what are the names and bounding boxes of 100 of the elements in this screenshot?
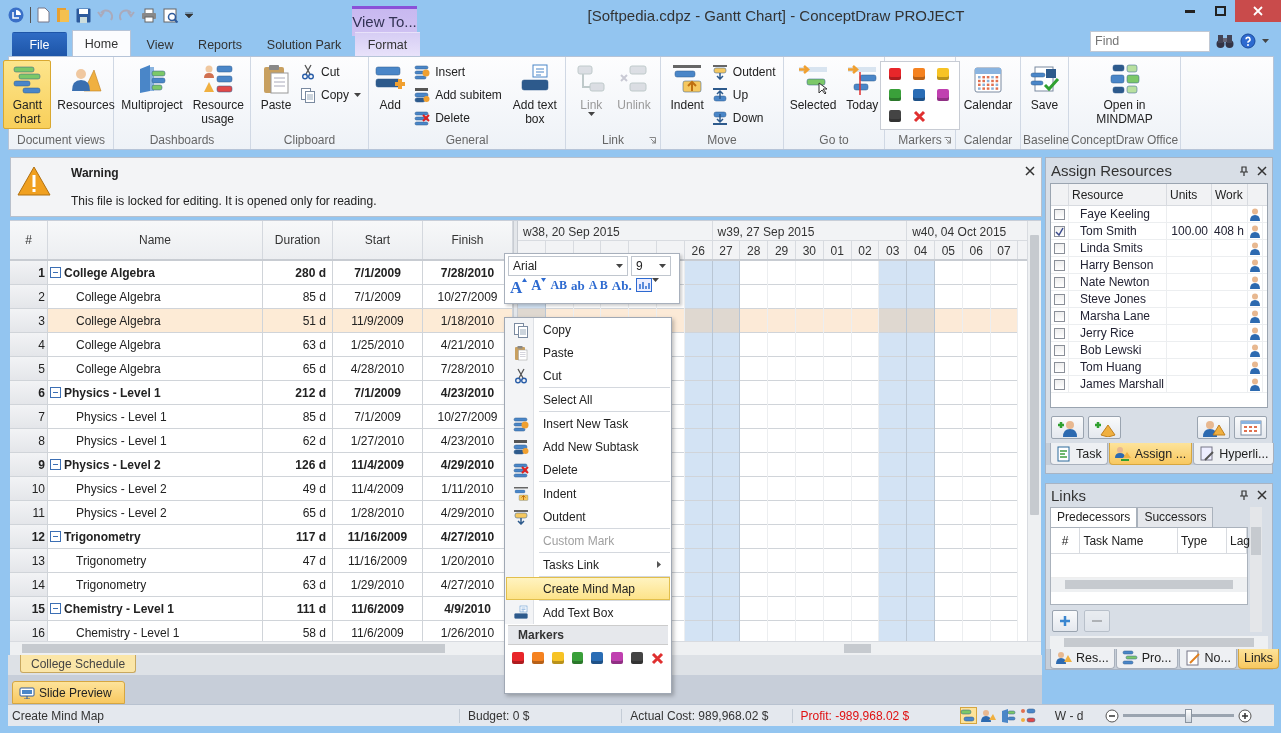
ribbon-button[interactable]: Down — [709, 108, 778, 128]
marker-swatch[interactable] — [889, 68, 901, 80]
checkbox[interactable] — [1054, 293, 1065, 305]
column-header[interactable]: Name — [48, 221, 263, 259]
checkbox[interactable] — [1054, 361, 1065, 373]
ribbon-button[interactable]: Open in MINDMAP — [1086, 60, 1163, 129]
checkbox[interactable] — [1054, 327, 1065, 339]
ribbon-button[interactable]: Insert — [412, 62, 504, 82]
panel-tab[interactable]: Links — [1237, 648, 1280, 669]
marker-swatch[interactable] — [591, 652, 604, 664]
subpanel-tab[interactable]: Successors — [1137, 506, 1214, 527]
font-name-field[interactable]: Arial — [508, 256, 628, 276]
remove-marker-icon[interactable] — [913, 110, 926, 123]
ribbon-tab[interactable]: View — [139, 32, 181, 56]
app-logo-icon[interactable] — [8, 7, 24, 23]
marker-swatch[interactable] — [631, 652, 643, 664]
marker-swatch[interactable] — [531, 652, 544, 664]
column-header[interactable]: Units — [1167, 184, 1212, 205]
ribbon-button[interactable]: Up — [709, 85, 778, 105]
ribbon-button[interactable]: Cut — [298, 62, 363, 82]
ribbon-button[interactable]: Add — [370, 60, 411, 115]
menu-item[interactable]: Create Mind Map — [506, 577, 670, 600]
panel-tab[interactable]: Res... — [1050, 648, 1115, 669]
slide-preview-tab[interactable]: Slide Preview — [12, 681, 125, 704]
ribbon-button[interactable]: Delete — [412, 108, 504, 128]
column-header[interactable]: # — [10, 221, 48, 259]
help-icon[interactable] — [1240, 33, 1256, 49]
ribbon-button[interactable]: Indent — [666, 60, 708, 115]
collapse-icon[interactable] — [50, 603, 61, 614]
new-document-icon[interactable] — [37, 7, 50, 23]
column-header[interactable]: Resource — [1069, 184, 1167, 205]
marker-swatch[interactable] — [571, 652, 584, 664]
collapse-icon[interactable] — [50, 387, 61, 398]
find-field[interactable]: Find — [1090, 30, 1210, 52]
ribbon-button[interactable]: Add text box — [505, 60, 564, 129]
ribbon-tab[interactable]: Format — [355, 32, 420, 56]
ribbon-button[interactable]: Gantt chart — [3, 60, 52, 129]
collapse-icon[interactable] — [50, 267, 61, 278]
format-button[interactable]: Ab. — [609, 278, 634, 298]
view-button[interactable] — [979, 707, 997, 724]
collapse-icon[interactable] — [50, 531, 61, 542]
checkbox[interactable] — [1054, 276, 1065, 288]
marker-swatch[interactable] — [937, 68, 949, 80]
dialog-launcher-icon[interactable] — [944, 136, 951, 144]
column-header[interactable]: # — [1051, 527, 1081, 553]
checkbox[interactable] — [1054, 378, 1065, 390]
view-button[interactable] — [959, 707, 977, 724]
checkbox[interactable] — [1054, 344, 1065, 356]
panel-tab[interactable]: Task — [1050, 443, 1108, 465]
save-icon[interactable] — [76, 7, 91, 23]
add-group-button[interactable] — [1088, 416, 1121, 439]
column-header[interactable]: Task Name — [1080, 527, 1179, 553]
dialog-launcher-icon[interactable] — [649, 136, 656, 144]
marker-swatch[interactable] — [913, 89, 925, 101]
ribbon-button[interactable]: Paste — [256, 60, 296, 115]
font-size-field[interactable]: 9 — [631, 256, 671, 276]
panel-tab[interactable]: Pro... — [1115, 648, 1178, 669]
panel-tab[interactable]: No... — [1178, 648, 1237, 669]
column-header[interactable]: Lag — [1227, 527, 1247, 553]
marker-swatch[interactable] — [611, 652, 624, 664]
time-unit[interactable]: W - d — [1050, 708, 1088, 723]
ribbon-button[interactable]: Save — [1024, 60, 1065, 115]
column-header[interactable]: Type — [1178, 527, 1227, 553]
ribbon-button[interactable]: Calendar — [959, 60, 1017, 115]
add-link-button[interactable] — [1052, 609, 1078, 632]
ribbon-button[interactable]: Today — [842, 60, 883, 115]
scrollbar[interactable] — [1250, 506, 1262, 632]
checkbox[interactable] — [1054, 310, 1065, 322]
column-header[interactable]: Start — [333, 221, 423, 259]
calendar-grid-button[interactable] — [1234, 416, 1267, 439]
column-header[interactable]: Work — [1212, 184, 1248, 205]
remove-marker-icon[interactable] — [651, 651, 664, 665]
marker-swatch[interactable] — [512, 652, 524, 664]
marker-swatch[interactable] — [937, 89, 949, 101]
print-preview-icon[interactable] — [163, 7, 179, 23]
column-header[interactable]: Duration — [263, 221, 333, 259]
ribbon-button[interactable]: Copy — [298, 85, 363, 105]
ribbon-tab[interactable]: File — [12, 32, 67, 56]
ribbon-button[interactable]: Outdent — [709, 62, 778, 82]
panel-tab[interactable]: Assign ... — [1108, 443, 1193, 465]
ribbon-button[interactable]: Resource usage — [188, 60, 247, 129]
zoom-out-icon[interactable] — [1105, 708, 1120, 723]
ribbon-tab[interactable]: Solution Park — [259, 32, 349, 56]
marker-swatch[interactable] — [889, 110, 901, 122]
ribbon-button[interactable]: Resources — [53, 60, 119, 115]
checkbox[interactable] — [1054, 208, 1065, 220]
ribbon-button[interactable]: Add subitem — [412, 85, 504, 105]
ribbon-tab[interactable]: Reports — [189, 32, 251, 56]
ribbon-button[interactable]: Multiproject — [117, 60, 187, 115]
scrollbar[interactable] — [1050, 635, 1268, 649]
format-button[interactable]: AB — [548, 278, 570, 298]
checkbox[interactable] — [1054, 242, 1065, 254]
print-icon[interactable] — [141, 7, 157, 23]
binoculars-icon[interactable] — [1216, 33, 1234, 49]
slider-thumb[interactable] — [1184, 708, 1192, 723]
marker-swatch[interactable] — [913, 68, 925, 80]
format-button[interactable]: A — [529, 278, 549, 298]
scrollbar[interactable] — [1027, 221, 1041, 641]
panel-tab[interactable]: Hyperli... — [1193, 443, 1275, 465]
view-button[interactable] — [1019, 707, 1037, 724]
